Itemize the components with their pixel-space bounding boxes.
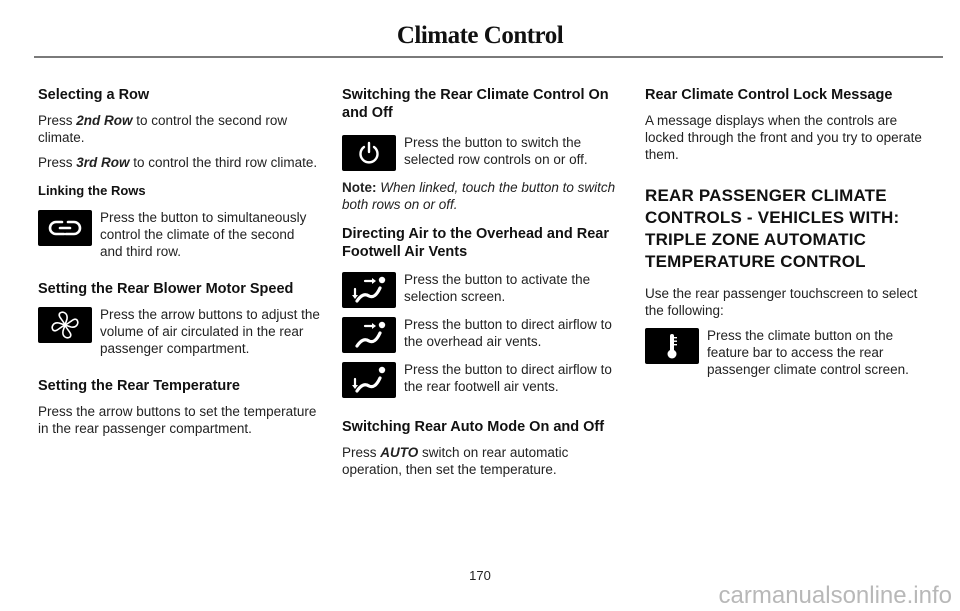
column-3: Rear Climate Control Lock Message A mess… [645,86,935,386]
emph-3rd-row: 3rd Row [76,155,130,170]
onoff-description: Press the button to switch the selected … [404,135,588,167]
power-icon [342,135,396,171]
note: Note: When linked, touch the button to s… [342,179,624,213]
fan-icon [38,307,92,343]
overhead-airflow-icon [342,317,396,353]
paragraph-3rd-row: Press 3rd Row to control the third row c… [38,155,318,170]
section-heading: REAR PASSENGER CLIMATE CONTROLS - VEHICL… [645,186,900,271]
heading-blower-speed: Setting the Rear Blower Motor Speed [38,281,294,297]
directing-item: Press the button to direct airflow to th… [342,316,624,353]
onoff-item: Press the button to switch the selected … [342,134,624,171]
heading-linking-rows: Linking the Rows [38,183,146,198]
directing-description-2: Press the button to direct airflow to th… [404,362,612,394]
linking-description: Press the button to simultaneously contr… [100,210,307,259]
directing-item: Press the button to direct airflow to th… [342,361,624,398]
linking-item: Press the button to simultaneously contr… [38,209,320,260]
column-2: Switching the Rear Climate Control On an… [342,86,624,486]
heading-selecting-row: Selecting a Row [38,87,150,103]
auto-description: Press AUTO switch on rear automatic oper… [342,445,569,477]
emph-auto: AUTO [380,445,419,460]
footwell-airflow-icon [342,362,396,398]
heading-lock-message: Rear Climate Control Lock Message [645,87,893,103]
section-intro: Use the rear passenger touchscreen to se… [645,286,918,318]
paragraph-2nd-row: Press 2nd Row to control the second row … [38,113,288,145]
heading-directing-air: Directing Air to the Overhead and Rear F… [342,226,609,260]
blower-description: Press the arrow buttons to adjust the vo… [100,307,320,356]
heading-auto-mode: Switching Rear Auto Mode On and Off [342,419,605,435]
title-divider [34,56,943,58]
note-text: When linked, touch the button to switch … [342,180,616,212]
link-icon [38,210,92,246]
overhead-footwell-airflow-icon [342,272,396,308]
watermark: carmanualsonline.info [718,582,952,609]
heading-rear-temperature: Setting the Rear Temperature [38,378,240,394]
page-number: 170 [469,568,491,583]
directing-description-1: Press the button to direct airflow to th… [404,317,612,349]
page-title: Climate Control [396,22,564,49]
climate-button-description: Press the climate button on the feature … [707,328,909,377]
emph-2nd-row: 2nd Row [76,113,133,128]
directing-item: Press the button to activate the selecti… [342,271,624,308]
note-label: Note: [342,180,377,195]
directing-description-0: Press the button to activate the selecti… [404,272,591,304]
temperature-description: Press the arrow buttons to set the tempe… [38,404,317,436]
blower-item: Press the arrow buttons to adjust the vo… [38,306,320,357]
climate-button-item: Press the climate button on the feature … [645,327,935,378]
lock-description: A message displays when the controls are… [645,113,922,162]
thermometer-icon [645,328,699,364]
column-1: Selecting a Row Press 2nd Row to control… [38,86,320,445]
heading-climate-on-off: Switching the Rear Climate Control On an… [342,87,609,121]
